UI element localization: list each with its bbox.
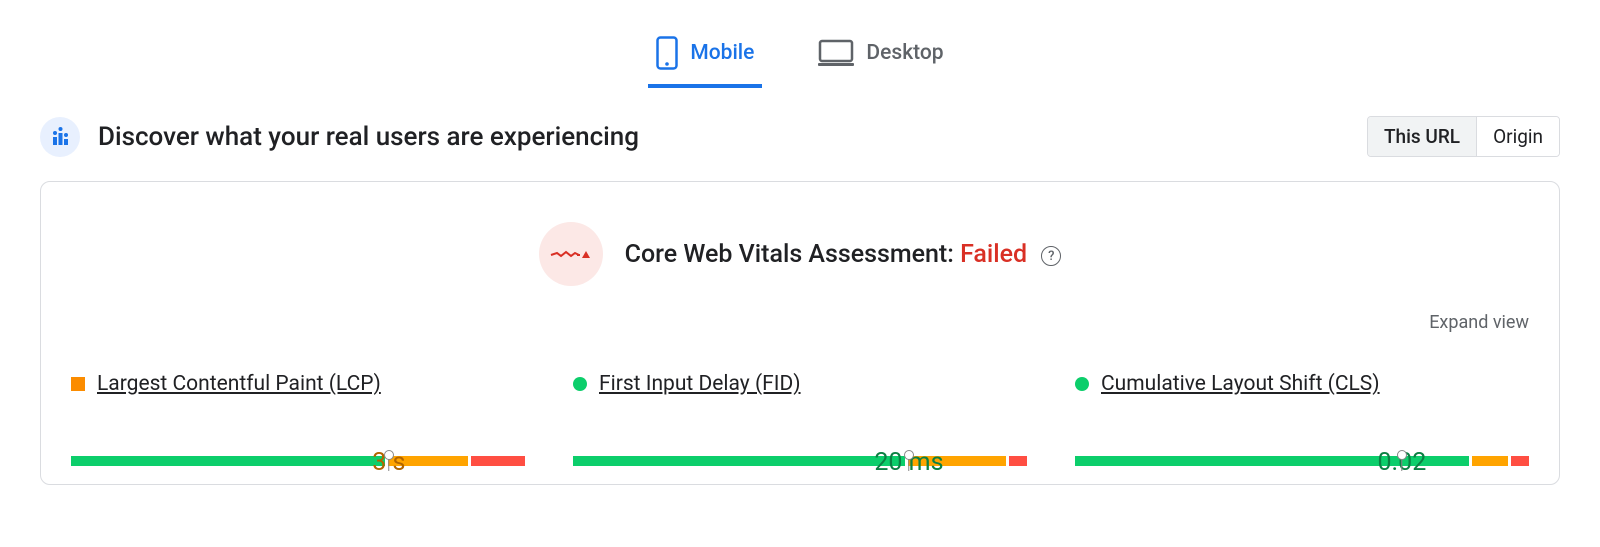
metric-name-cls[interactable]: Cumulative Layout Shift (CLS)	[1101, 372, 1380, 396]
vitals-card: Core Web Vitals Assessment: Failed ? Exp…	[40, 181, 1560, 485]
device-tabs: Mobile Desktop	[0, 0, 1600, 88]
assessment-row: Core Web Vitals Assessment: Failed ?	[71, 222, 1529, 286]
status-dot-lcp	[71, 377, 85, 391]
toggle-origin[interactable]: Origin	[1476, 117, 1559, 156]
metric-fid: First Input Delay (FID) 20 ms	[573, 372, 1027, 484]
gauge-lcp	[71, 456, 525, 466]
metric-name-fid[interactable]: First Input Delay (FID)	[599, 372, 801, 396]
assessment-text: Core Web Vitals Assessment: Failed ?	[625, 240, 1062, 269]
tab-desktop[interactable]: Desktop	[810, 27, 951, 85]
gauge-marker-lcp	[384, 450, 394, 460]
tab-mobile[interactable]: Mobile	[648, 24, 762, 88]
help-icon[interactable]: ?	[1041, 246, 1061, 266]
metric-lcp: Largest Contentful Paint (LCP) 3 s	[71, 372, 525, 484]
assessment-label: Core Web Vitals Assessment:	[625, 240, 954, 269]
section-header: Discover what your real users are experi…	[0, 88, 1600, 157]
gauge-marker-fid	[904, 450, 914, 460]
desktop-icon	[818, 39, 854, 67]
users-icon	[40, 117, 80, 157]
tab-desktop-label: Desktop	[866, 41, 943, 65]
status-dot-cls	[1075, 377, 1089, 391]
tab-mobile-label: Mobile	[690, 41, 754, 65]
toggle-this-url[interactable]: This URL	[1368, 117, 1476, 156]
expand-view-link[interactable]: Expand view	[1429, 312, 1529, 333]
failed-trend-icon	[539, 222, 603, 286]
gauge-marker-cls	[1397, 450, 1407, 460]
status-dot-fid	[573, 377, 587, 391]
metric-name-lcp[interactable]: Largest Contentful Paint (LCP)	[97, 372, 381, 396]
section-title: Discover what your real users are experi…	[98, 122, 1367, 152]
gauge-cls	[1075, 456, 1529, 466]
scope-toggle: This URL Origin	[1367, 116, 1560, 157]
assessment-status: Failed	[960, 240, 1027, 269]
gauge-fid	[573, 456, 1027, 466]
mobile-icon	[656, 36, 678, 70]
metrics-row: Largest Contentful Paint (LCP) 3 s First	[71, 372, 1529, 484]
metric-cls: Cumulative Layout Shift (CLS) 0.02	[1075, 372, 1529, 484]
